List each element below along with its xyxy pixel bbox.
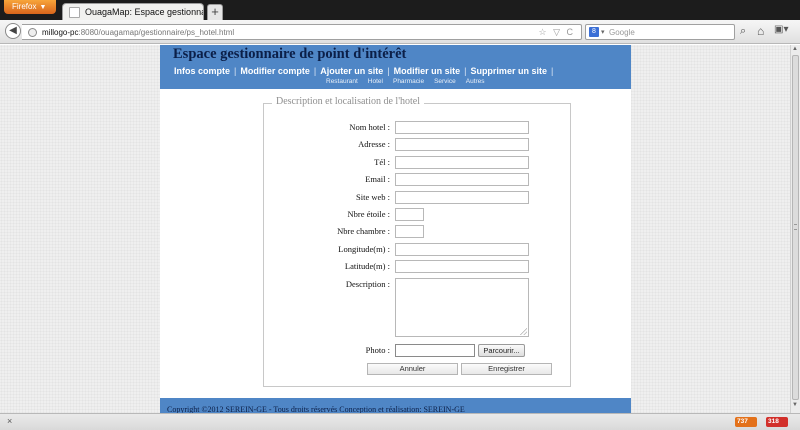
page-footer: Copyright ©2012 SEREIN-GE - Tous droits … xyxy=(160,398,631,413)
site-web-row: Site web : xyxy=(264,191,570,205)
nbre-etoile-label: Nbre étoile : xyxy=(347,209,390,219)
resize-grip-icon[interactable] xyxy=(520,328,527,335)
page-container: Espace gestionnaire de point d'intérêt I… xyxy=(160,45,631,413)
menu-separator: | xyxy=(387,66,390,76)
nbre-chambre-label: Nbre chambre : xyxy=(337,226,390,236)
addon-status-bar: × 737 318 xyxy=(0,413,800,430)
menu-supprimer-site[interactable]: Supprimer un site xyxy=(470,66,547,76)
copyright-text: Copyright ©2012 SEREIN-GE - Tous droits … xyxy=(167,405,465,413)
tel-label: Tél : xyxy=(374,157,390,167)
page-header: Espace gestionnaire de point d'intérêt I… xyxy=(160,45,631,89)
menu-separator: | xyxy=(313,66,317,76)
longitude-input[interactable] xyxy=(395,243,529,256)
nbre-chambre-input[interactable] xyxy=(395,225,424,238)
bookmarks-menu-icon[interactable]: ▣▾ xyxy=(774,24,788,35)
scroll-up-arrow-icon[interactable]: ▲ xyxy=(792,46,798,52)
menu-modifier-compte[interactable]: Modifier compte xyxy=(240,66,310,76)
submenu-restaurant[interactable]: Restaurant xyxy=(326,78,358,85)
page-favicon-icon xyxy=(69,7,80,18)
search-placeholder: Google xyxy=(609,28,635,37)
photo-file-input[interactable] xyxy=(395,344,475,357)
bookmark-star-icon[interactable]: ☆ ▽ C xyxy=(539,25,576,40)
address-bar[interactable]: millogo-pc:8080/ouagamap/gestionnaire/ps… xyxy=(22,24,582,40)
nbre-etoile-input[interactable] xyxy=(395,208,424,221)
submenu-autres[interactable]: Autres xyxy=(466,78,485,85)
menu-separator: | xyxy=(234,66,237,76)
form-actions-row: Annuler Enregistrer xyxy=(264,363,570,377)
browser-tab-title: OuagaMap: Espace gestionnaire xyxy=(85,7,204,17)
search-engine-dropdown-icon[interactable]: ▾ xyxy=(601,25,605,40)
site-web-input[interactable] xyxy=(395,191,529,204)
cancel-button[interactable]: Annuler xyxy=(367,363,458,375)
vertical-scrollbar[interactable]: ▲ ▼ xyxy=(790,45,800,413)
longitude-label: Longitude(m) : xyxy=(338,244,390,254)
nbre-etoile-row: Nbre étoile : xyxy=(264,208,570,222)
adresse-label: Adresse : xyxy=(358,139,390,149)
email-input[interactable] xyxy=(395,173,529,186)
tel-input[interactable] xyxy=(395,156,529,169)
longitude-row: Longitude(m) : xyxy=(264,243,570,257)
back-arrow-icon: ◀ xyxy=(9,25,17,36)
photo-row: Photo : Parcourir... xyxy=(264,344,570,358)
scrollbar-thumb[interactable] xyxy=(792,55,799,400)
scroll-grip-icon xyxy=(794,224,797,230)
search-magnifier-icon[interactable]: ⌕ xyxy=(740,25,746,38)
browser-tab-strip: Firefox ▼ OuagaMap: Espace gestionnaire + xyxy=(0,0,800,20)
nbre-chambre-row: Nbre chambre : xyxy=(264,225,570,239)
page-viewport: Espace gestionnaire de point d'intérêt I… xyxy=(0,45,790,413)
nom-hotel-input[interactable] xyxy=(395,121,529,134)
fieldset-legend: Description et localisation de l'hotel xyxy=(272,96,424,107)
url-host: millogo-pc xyxy=(42,28,79,37)
menu-separator: | xyxy=(550,66,554,76)
email-label: Email : xyxy=(365,174,390,184)
dropdown-arrow-icon: ▼ xyxy=(39,4,47,11)
adresse-row: Adresse : xyxy=(264,138,570,152)
latitude-label: Latitude(m) : xyxy=(344,261,390,271)
addon-counter-badge[interactable]: 737 xyxy=(735,417,757,427)
menu-infos-compte[interactable]: Infos compte xyxy=(174,66,230,76)
submenu-service[interactable]: Service xyxy=(434,78,456,85)
new-tab-button[interactable]: + xyxy=(207,4,223,20)
site-web-label: Site web : xyxy=(356,192,390,202)
browser-navigation-bar: ◀ millogo-pc:8080/ouagamap/gestionnaire/… xyxy=(0,20,800,44)
tel-row: Tél : xyxy=(264,156,570,170)
description-textarea[interactable] xyxy=(395,278,529,337)
browser-tab[interactable]: OuagaMap: Espace gestionnaire xyxy=(62,3,204,20)
latitude-input[interactable] xyxy=(395,260,529,273)
main-menu: Infos compte | Modifier compte | Ajouter un … xyxy=(174,66,557,76)
email-row: Email : xyxy=(264,173,570,187)
nom-hotel-row: Nom hotel : xyxy=(264,121,570,135)
page-title: Espace gestionnaire de point d'intérêt xyxy=(173,46,407,62)
url-path: :8080/ouagamap/gestionnaire/ps_hotel.htm… xyxy=(78,28,235,37)
description-label: Description : xyxy=(345,279,390,289)
menu-modifier-site[interactable]: Modifier un site xyxy=(394,66,461,76)
menu-separator: | xyxy=(464,66,467,76)
menu-ajouter-site[interactable]: Ajouter un site xyxy=(320,66,383,76)
site-identity-icon[interactable] xyxy=(28,28,37,37)
description-row: Description : xyxy=(264,278,570,338)
save-button[interactable]: Enregistrer xyxy=(461,363,552,375)
close-addon-bar-icon[interactable]: × xyxy=(7,416,12,426)
back-button[interactable]: ◀ xyxy=(5,23,21,39)
browse-button[interactable]: Parcourir... xyxy=(478,344,525,357)
home-icon[interactable]: ⌂ xyxy=(757,24,764,38)
search-bar[interactable]: 8 ▾ Google xyxy=(585,24,735,40)
addon-alert-badge[interactable]: 318 xyxy=(766,417,788,427)
submenu-pharmacie[interactable]: Pharmacie xyxy=(393,78,424,85)
hotel-form-fieldset: Description et localisation de l'hotel N… xyxy=(263,96,571,387)
nom-hotel-label: Nom hotel : xyxy=(349,122,390,132)
latitude-row: Latitude(m) : xyxy=(264,260,570,274)
url-text: millogo-pc:8080/ouagamap/gestionnaire/ps… xyxy=(42,25,234,40)
site-type-submenu: Restaurant Hotel Pharmacie Service Autres xyxy=(326,78,495,85)
google-search-engine-icon[interactable]: 8 xyxy=(589,27,599,37)
firefox-menu-button[interactable]: Firefox ▼ xyxy=(4,0,56,14)
photo-label: Photo : xyxy=(365,345,390,355)
scroll-down-arrow-icon[interactable]: ▼ xyxy=(792,402,798,408)
adresse-input[interactable] xyxy=(395,138,529,151)
submenu-hotel[interactable]: Hotel xyxy=(368,78,383,85)
firefox-menu-label: Firefox xyxy=(12,2,37,11)
